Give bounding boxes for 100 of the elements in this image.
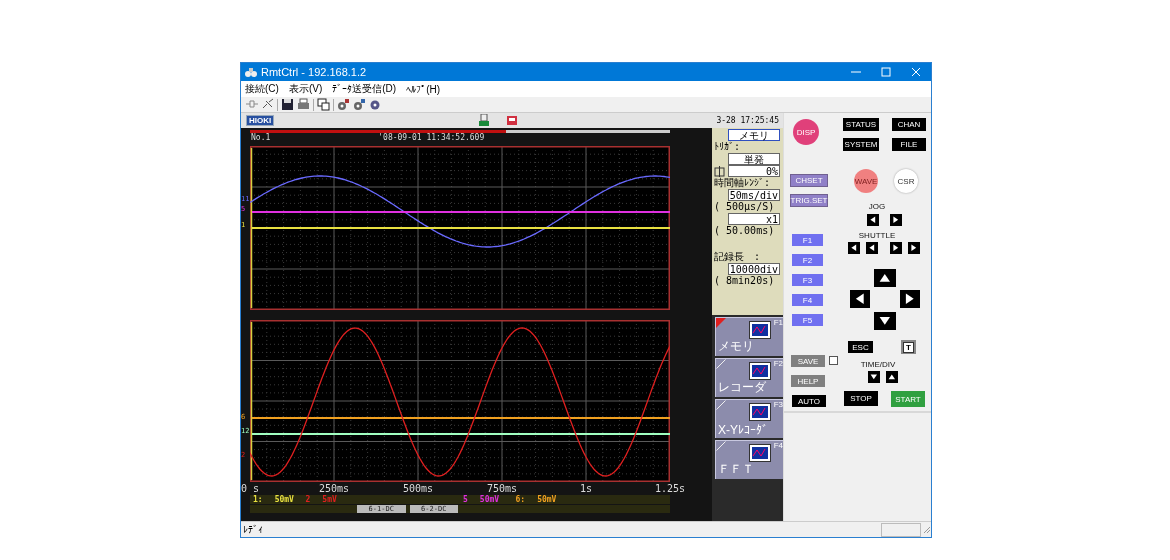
trigger-label: ﾄﾘｶﾞ: [714, 141, 742, 153]
left-arrow-button[interactable] [850, 290, 870, 308]
device-icon [506, 114, 518, 126]
windows-icon[interactable] [317, 98, 330, 111]
panel-button[interactable]: FILE [892, 138, 926, 151]
channel-range: 50mV [479, 495, 500, 504]
time-axis-label: 250ms [318, 482, 350, 495]
record-length-label: 記録長 : [714, 251, 762, 263]
time-axis-label: 1s [580, 482, 593, 495]
trigger-field: 単発 [728, 153, 780, 165]
left-triangle-icon [868, 215, 878, 225]
channel-number: 6: [515, 495, 526, 504]
function-key-label: F2 [773, 359, 783, 368]
panel-button[interactable]: F4 [792, 294, 823, 306]
function-tab-label: レコーダ [718, 379, 766, 396]
panel-button[interactable]: F3 [792, 274, 823, 286]
function-tab-label: ＦＦＴ [718, 461, 754, 478]
right-triangle-icon [891, 215, 901, 225]
timestamp: '08-09-01 11:34:52.609 [378, 133, 485, 144]
record-time-text: ( 8min20s) [714, 275, 776, 287]
function-tab[interactable]: F1 メモリ [715, 317, 783, 356]
pretrigger-field: 0% [728, 165, 780, 177]
time-axis-label: 500ms [402, 482, 434, 495]
panel-label: JOG [867, 201, 887, 211]
mode-field: メモリ [728, 129, 780, 141]
time-axis-label: 0 s [240, 482, 260, 495]
channel-range: 50mV [274, 495, 294, 504]
panel-button[interactable]: ESC [848, 341, 873, 353]
right-arrow-button[interactable] [890, 242, 902, 254]
down-arrow-button[interactable] [868, 371, 880, 383]
panel-button[interactable]: CHSET [790, 174, 828, 187]
down-triangle-icon [869, 372, 879, 382]
panel-label: TIME/DIV [859, 359, 897, 369]
binoculars-icon [245, 66, 257, 78]
function-tab[interactable]: F3 X-Yﾚｺｰﾀﾞ [715, 399, 783, 438]
channel-range: 50mV [537, 495, 557, 504]
panel-button[interactable]: TRIG.SET [790, 194, 828, 207]
panel-button[interactable]: F2 [792, 254, 823, 266]
right-arrow-button[interactable] [900, 290, 920, 308]
channel-number: 1: [253, 495, 263, 504]
panel-label: SHUTTLE [857, 230, 897, 240]
function-key-label: F4 [773, 441, 783, 450]
shot-number: No.1 [251, 133, 271, 144]
menu-item[interactable]: ﾍﾙﾌﾟ(H) [406, 83, 440, 95]
channel-number: 2 [305, 495, 311, 504]
indicator-icon [829, 356, 838, 365]
time-axis-label: 1.25s [654, 482, 686, 495]
clock-text: 3-28 17:25:45 [716, 116, 779, 125]
timebase-field: 50ms/div [728, 189, 780, 201]
left-arrow-button[interactable] [848, 242, 860, 254]
panel-button[interactable]: CSR [894, 169, 918, 193]
panel-button[interactable]: F1 [792, 234, 823, 246]
function-tab[interactable]: F4 ＦＦＴ [715, 440, 783, 479]
logo: HIOKI [246, 115, 275, 126]
panel-button[interactable]: STOP [844, 391, 878, 406]
sampling-rate-text: ( 500μs/S) [714, 201, 776, 213]
timebase-label: 時間軸ﾚﾝｼﾞ: [714, 177, 772, 189]
screen-icon [749, 403, 771, 421]
menu-item[interactable]: 接続(C) [245, 82, 279, 96]
magnification-field: x1 [728, 213, 780, 225]
t-key-button[interactable]: T [901, 340, 916, 354]
right-arrow-button[interactable] [890, 214, 902, 226]
panel-button[interactable]: START [891, 391, 925, 407]
panel-button[interactable]: AUTO [792, 395, 826, 407]
window-title: RmtCtrl - 192.168.1.2 [261, 66, 368, 78]
function-tab-label: メモリ [718, 338, 754, 355]
printer-icon[interactable] [297, 98, 310, 111]
function-key-label: F3 [773, 400, 783, 409]
panel-button[interactable]: STATUS [843, 118, 879, 131]
panel-button[interactable]: WAVE [854, 169, 878, 193]
channel-number: 5 [463, 495, 468, 504]
pretrigger-icon [714, 165, 725, 177]
close-icon [911, 67, 921, 77]
status-panel [881, 522, 921, 537]
panel-button[interactable]: DISP [793, 119, 819, 145]
left-arrow-button[interactable] [867, 214, 879, 226]
menu-item[interactable]: 表示(V) [288, 82, 323, 96]
menu-item[interactable]: ﾃﾞｰﾀ送受信(D) [332, 82, 397, 96]
maximize-icon [881, 67, 891, 77]
resize-grip-icon [923, 525, 931, 534]
panel-button[interactable]: F5 [792, 314, 823, 326]
screen-icon [749, 444, 771, 462]
channel-range: 5mV [322, 495, 337, 504]
span-text: ( 50.00ms) [714, 225, 776, 237]
panel-button[interactable]: CHAN [892, 118, 926, 131]
down-arrow-button[interactable] [874, 312, 896, 330]
up-arrow-button[interactable] [886, 371, 898, 383]
status-text: ﾚﾃﾞｨ [243, 524, 263, 535]
function-tab[interactable]: F2 レコーダ [715, 358, 783, 397]
record-length-field: 10000div [728, 263, 780, 275]
up-arrow-button[interactable] [874, 269, 896, 287]
left-arrow-button[interactable] [866, 242, 878, 254]
panel-button[interactable]: SYSTEM [843, 138, 879, 151]
panel-button[interactable]: SAVE [791, 355, 825, 367]
function-key-label: F1 [773, 318, 783, 327]
up-triangle-icon [887, 372, 897, 382]
screen-icon [749, 321, 771, 339]
right-arrow-button[interactable] [908, 242, 920, 254]
screen-icon [749, 362, 771, 380]
panel-button[interactable]: HELP [791, 375, 825, 387]
